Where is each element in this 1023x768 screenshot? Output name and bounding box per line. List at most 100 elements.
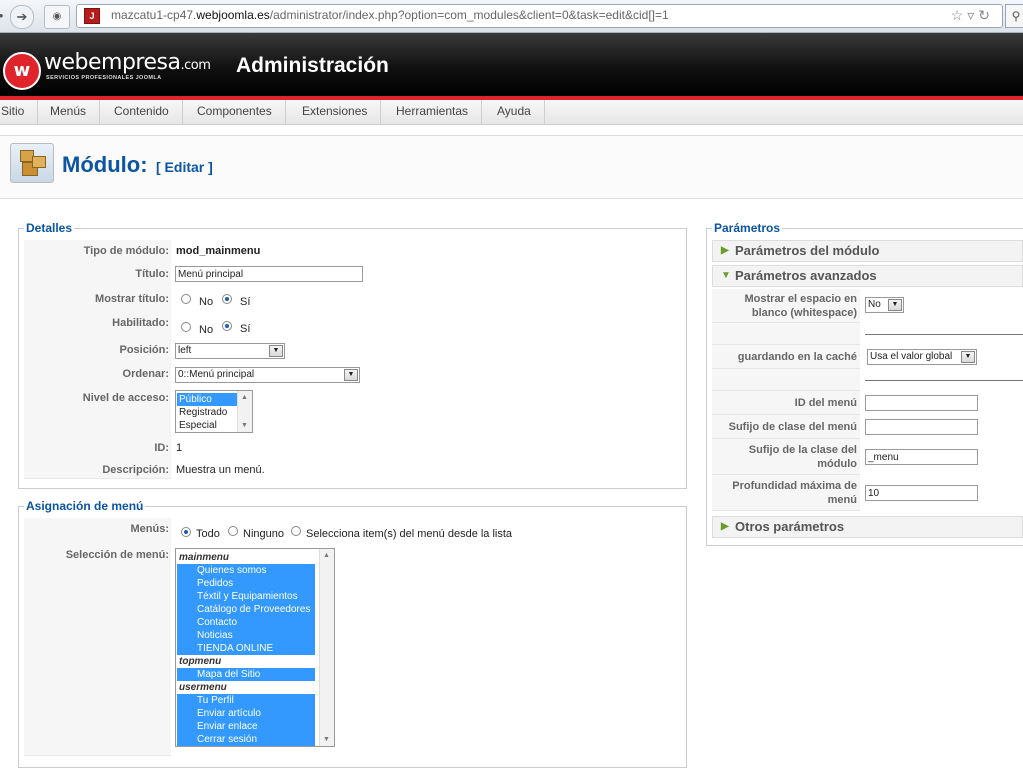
menu-ayuda[interactable]: Ayuda xyxy=(484,100,545,124)
habilitado-no-label: No xyxy=(199,324,214,336)
chevron-down-icon: ▼ xyxy=(888,299,902,311)
habilitado-si-label: Sí xyxy=(240,323,251,335)
habilitado-label: Habilitado: xyxy=(112,317,169,329)
menu-item-tienda[interactable]: TIENDA ONLINE xyxy=(177,642,315,655)
params-otros-toggle[interactable]: ▶ Otros parámetros xyxy=(712,516,1023,538)
sufijo-menu-input[interactable] xyxy=(865,419,978,435)
separator-line xyxy=(865,334,1023,335)
menu-item-textil[interactable]: Téxtil y Equipamientos xyxy=(177,590,315,603)
seleccion-label: Selección de menú: xyxy=(65,549,169,561)
menus-label: Menús: xyxy=(130,523,170,535)
browser-toolbar: • ➔ ◉ J mazcatu1-cp47.webjoomla.es/admin… xyxy=(0,0,1023,33)
sufijo-modulo-label: Sufijo de la clase del módulo xyxy=(712,439,860,475)
id-menu-input[interactable] xyxy=(865,395,978,411)
titulo-label: Título: xyxy=(135,268,169,280)
menu-item-contacto[interactable]: Contacto xyxy=(177,616,315,629)
nivel-option-especial[interactable]: Especial xyxy=(177,419,217,432)
profundidad-label: Profundidad máxima de menú xyxy=(712,475,860,511)
ordenar-label: Ordenar: xyxy=(122,368,169,380)
logo-tagline: SERVICIOS PROFESIONALES JOOMLA xyxy=(46,75,162,81)
params-legend: Parámetros xyxy=(712,221,783,235)
group-mainmenu: mainmenu xyxy=(179,552,230,563)
profundidad-input[interactable] xyxy=(865,485,978,501)
back-button[interactable]: • xyxy=(0,5,8,27)
ordenar-value: 0::Menú principal xyxy=(178,369,255,380)
url-text: mazcatu1-cp47.webjoomla.es/administrator… xyxy=(111,8,669,22)
chevron-down-icon: ▼ xyxy=(344,369,358,381)
page-icon[interactable]: ◉ xyxy=(44,5,70,29)
desc-label: Descripción: xyxy=(102,464,169,476)
params-avanzados-toggle[interactable]: ▼ Parámetros avanzados xyxy=(712,265,1023,287)
forward-button[interactable]: ➔ xyxy=(10,5,34,29)
sufijo-menu-label: Sufijo de clase del menú xyxy=(712,415,860,439)
menu-item-enviar-articulo[interactable]: Enviar artículo xyxy=(177,707,315,720)
cache-value: Usa el valor global xyxy=(870,351,953,362)
mostrar-titulo-no-label: No xyxy=(199,296,214,308)
main-menu-bar: Sitio Menús Contenido Componentes Extens… xyxy=(0,100,1023,125)
id-value: 1 xyxy=(176,442,183,454)
spacer-label-2 xyxy=(712,369,860,391)
menu-item-noticias[interactable]: Noticias xyxy=(177,629,315,642)
menus-todo-radio[interactable] xyxy=(181,527,191,537)
page-title: Módulo: xyxy=(62,152,148,177)
module-icon xyxy=(10,143,54,183)
params-otros-title: Otros parámetros xyxy=(735,519,845,534)
menu-item-enviar-enlace[interactable]: Enviar enlace xyxy=(177,720,315,733)
posicion-select[interactable]: left ▼ xyxy=(175,343,285,359)
chevron-down-icon: ▼ xyxy=(269,345,283,357)
menu-item-cerrar-sesion[interactable]: Cerrar sesión xyxy=(177,733,315,746)
nivel-scrollbar[interactable]: ▲ ▼ xyxy=(237,391,252,432)
menu-item-mapa[interactable]: Mapa del Sitio xyxy=(177,668,315,681)
bookmark-star-icon[interactable]: ☆▿↻ xyxy=(951,7,994,24)
menu-menus[interactable]: Menús xyxy=(37,100,101,124)
address-bar[interactable]: J mazcatu1-cp47.webjoomla.es/administrat… xyxy=(76,4,1003,28)
menu-item-pedidos[interactable]: Pedidos xyxy=(177,577,315,590)
titulo-input[interactable] xyxy=(175,266,363,282)
sufijo-modulo-input[interactable] xyxy=(865,449,978,465)
mostrar-titulo-label: Mostrar título: xyxy=(95,293,169,305)
params-modulo-title: Parámetros del módulo xyxy=(735,243,880,258)
nivel-option-publico[interactable]: Público xyxy=(177,393,237,406)
mostrar-titulo-si-radio[interactable] xyxy=(222,294,232,304)
logo: webempresa.com xyxy=(44,50,211,75)
id-menu-label: ID del menú xyxy=(712,391,860,415)
whitespace-label: Mostrar el espacio en blanco (whitespace… xyxy=(712,289,860,323)
page-subtitle: [ Editar ] xyxy=(156,159,213,175)
menu-herramientas[interactable]: Herramientas xyxy=(383,100,483,124)
habilitado-si-radio[interactable] xyxy=(222,321,232,331)
menus-todo-label: Todo xyxy=(196,528,220,540)
menu-contenido[interactable]: Contenido xyxy=(101,100,183,124)
menus-selecciona-label: Selecciona item(s) del menú desde la lis… xyxy=(306,528,513,540)
group-topmenu: topmenu xyxy=(179,656,222,667)
spacer-label xyxy=(712,323,860,345)
nivel-acceso-listbox[interactable]: Público Registrado Especial ▲ ▼ xyxy=(175,390,253,433)
menu-item-catalogo[interactable]: Catálogo de Proveedores xyxy=(177,603,315,616)
whitespace-value: No xyxy=(868,299,881,310)
menu-sitio[interactable]: Sitio xyxy=(0,100,39,124)
menus-selecciona-radio[interactable] xyxy=(291,526,301,536)
menu-item-perfil[interactable]: Tu Perfil xyxy=(177,694,315,707)
chevron-down-icon: ▼ xyxy=(961,351,975,363)
posicion-value: left xyxy=(178,345,192,356)
habilitado-no-radio[interactable] xyxy=(181,322,191,332)
params-modulo-toggle[interactable]: ▶ Parámetros del módulo xyxy=(712,240,1023,262)
ordenar-select[interactable]: 0::Menú principal ▼ xyxy=(175,367,360,383)
assignment-legend: Asignación de menú xyxy=(24,499,146,513)
menu-selection-listbox[interactable]: mainmenu Quienes somos Pedidos Téxtil y … xyxy=(175,548,335,747)
nivel-option-registrado[interactable]: Registrado xyxy=(177,406,227,419)
menu-extensiones[interactable]: Extensiones xyxy=(289,100,382,124)
search-icon[interactable]: ⚲ xyxy=(1005,4,1023,28)
cache-select[interactable]: Usa el valor global ▼ xyxy=(867,349,977,365)
params-avanzados-title: Parámetros avanzados xyxy=(735,268,877,283)
collapse-arrow-icon: ▼ xyxy=(721,270,731,281)
menu-item-quienes-somos[interactable]: Quienes somos xyxy=(177,564,315,577)
admin-title: Administración xyxy=(236,54,389,77)
menu-selection-scrollbar[interactable]: ▲ ▼ xyxy=(319,549,334,746)
menus-ninguno-radio[interactable] xyxy=(228,526,238,536)
expand-arrow-icon: ▶ xyxy=(721,521,729,532)
cache-label: guardando en la caché xyxy=(712,345,860,369)
whitespace-select[interactable]: No ▼ xyxy=(865,297,904,313)
mostrar-titulo-no-radio[interactable] xyxy=(181,294,191,304)
menu-componentes[interactable]: Componentes xyxy=(184,100,286,124)
mostrar-titulo-si-label: Sí xyxy=(240,296,251,308)
